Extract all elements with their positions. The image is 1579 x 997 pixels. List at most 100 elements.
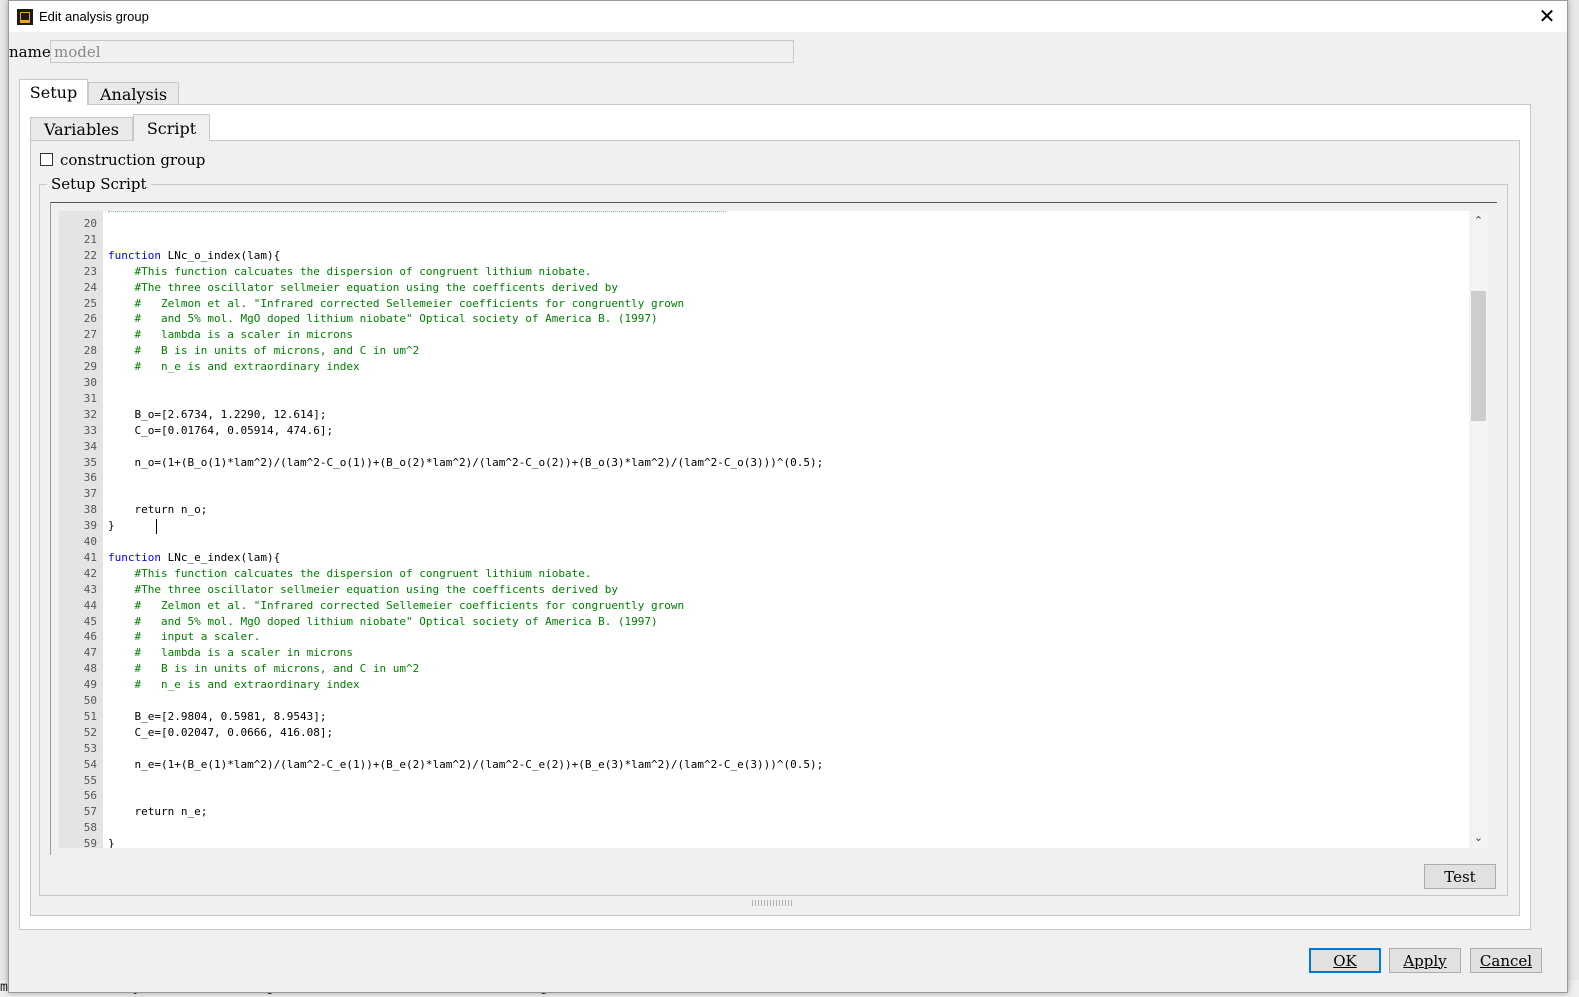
line-number: 27 — [83, 328, 97, 342]
code-text: #This function calcuates the dispersion … — [108, 566, 592, 580]
code-keyword: function — [108, 550, 161, 564]
scroll-down-icon[interactable]: ⌄ — [1469, 830, 1488, 846]
line-number: 31 — [83, 391, 97, 405]
code-line: 27 # lambda is a scaler in microns — [59, 327, 1459, 343]
vertical-scrollbar[interactable]: ⌃ ⌄ — [1469, 211, 1488, 848]
line-number: 23 — [83, 264, 97, 278]
code-text-rest: LNc_o_index(lam){ — [160, 248, 281, 262]
code-line: 47 # lambda is a scaler in microns — [59, 645, 1459, 661]
code-line: 35 n_o=(1+(B_o(1)*lam^2)/(lam^2-C_o(1))+… — [59, 455, 1459, 471]
code-text: C_e=[0.02047, 0.0666, 416.08]; — [108, 725, 334, 739]
code-text: # n_e is and extraordinary index — [108, 360, 360, 374]
code-text: n_e=(1+(B_e(1)*lam^2)/(lam^2-C_e(1))+(B_… — [108, 757, 824, 771]
line-number: 36 — [83, 471, 97, 485]
test-button[interactable]: Test — [1424, 864, 1496, 889]
resize-grip-icon[interactable] — [752, 900, 792, 906]
line-number: 35 — [83, 455, 97, 469]
line-number: 48 — [83, 662, 97, 676]
code-line: 50 — [59, 693, 1459, 709]
line-number: 39 — [83, 519, 97, 533]
code-text: } — [108, 837, 115, 848]
code-line: 52 C_e=[0.02047, 0.0666, 416.08]; — [59, 725, 1459, 741]
line-number: 56 — [83, 789, 97, 803]
line-number: 49 — [83, 678, 97, 692]
code-text: # and 5% mol. MgO doped lithium niobate"… — [108, 312, 658, 326]
line-number: 45 — [83, 614, 97, 628]
close-icon[interactable]: ✕ — [1535, 4, 1559, 28]
code-text: # Zelmon et al. "Infrared corrected Sell… — [108, 598, 685, 612]
code-text: C_o=[0.01764, 0.05914, 474.6]; — [108, 423, 334, 437]
line-number: 34 — [83, 439, 97, 453]
code-line: 37 — [59, 486, 1459, 502]
line-number: 44 — [83, 598, 97, 612]
code-line: 25 # Zelmon et al. "Infrared corrected S… — [59, 296, 1459, 312]
code-line: 43 #The three oscillator sellmeier equat… — [59, 582, 1459, 598]
code-line: 23 #This function calcuates the dispersi… — [59, 264, 1459, 280]
title-bar[interactable]: Edit analysis group ✕ — [9, 1, 1567, 32]
scrollbar-thumb[interactable] — [1471, 291, 1486, 421]
line-number: 32 — [83, 407, 97, 421]
cancel-button[interactable]: Cancel — [1470, 948, 1542, 973]
code-text: function LNc_e_index(lam){ — [108, 550, 280, 566]
code-line: 34 — [59, 439, 1459, 455]
apply-button[interactable]: Apply — [1389, 948, 1461, 973]
tab-analysis[interactable]: Analysis — [88, 82, 179, 105]
line-number: 21 — [83, 232, 97, 246]
line-number: 25 — [83, 296, 97, 310]
code-line: 32 B_o=[2.6734, 1.2290, 12.614]; — [59, 407, 1459, 423]
scroll-up-icon[interactable]: ⌃ — [1469, 213, 1488, 229]
code-text: B_e=[2.9804, 0.5981, 8.9543]; — [108, 709, 327, 723]
code-text: function LNc_o_index(lam){ — [108, 248, 280, 264]
code-line: 56 — [59, 788, 1459, 804]
code-line: 59} — [59, 836, 1459, 848]
line-number: 51 — [83, 709, 97, 723]
text-caret — [156, 519, 157, 534]
code-text: # n_e is and extraordinary index — [108, 678, 360, 692]
line-number: 46 — [83, 630, 97, 644]
code-text: # lambda is a scaler in microns — [108, 646, 354, 660]
line-number: 38 — [83, 503, 97, 517]
line-number: 59 — [83, 837, 97, 848]
code-text: return n_o; — [108, 503, 208, 517]
construction-group-checkbox[interactable] — [40, 153, 53, 166]
apply-button-label: Apply — [1403, 951, 1447, 970]
code-line: 48 # B is in units of microns, and C in … — [59, 661, 1459, 677]
code-text: #The three oscillator sellmeier equation… — [108, 280, 618, 294]
line-number: 57 — [83, 805, 97, 819]
code-line: 20 — [59, 216, 1459, 232]
line-number: 37 — [83, 487, 97, 501]
cancel-button-label: Cancel — [1479, 951, 1533, 970]
code-line: 30 — [59, 375, 1459, 391]
code-text: #The three oscillator sellmeier equation… — [108, 582, 618, 596]
code-text: return n_e; — [108, 805, 208, 819]
ok-button[interactable]: OK — [1309, 948, 1381, 973]
tab-variables[interactable]: Variables — [30, 117, 133, 141]
code-line: 46 # input a scaler. — [59, 629, 1459, 645]
window-title: Edit analysis group — [39, 9, 149, 24]
line-number: 41 — [83, 550, 97, 564]
line-number: 53 — [83, 741, 97, 755]
code-text: # B is in units of microns, and C in um^… — [108, 662, 420, 676]
line-number: 33 — [83, 423, 97, 437]
line-number: 40 — [83, 535, 97, 548]
code-line: 40 — [59, 534, 1459, 550]
background-left-strip — [0, 0, 8, 997]
code-text: # Zelmon et al. "Infrared corrected Sell… — [108, 296, 685, 310]
code-line: 38 return n_o; — [59, 502, 1459, 518]
code-line: 28 # B is in units of microns, and C in … — [59, 343, 1459, 359]
code-text: } — [108, 519, 115, 533]
code-line: 49 # n_e is and extraordinary index — [59, 677, 1459, 693]
code-line: 24 #The three oscillator sellmeier equat… — [59, 280, 1459, 296]
code-line: 36 — [59, 470, 1459, 486]
name-input[interactable] — [50, 40, 794, 63]
code-area[interactable]: 20 21 22 function LNc_o_index(lam){23 #This… — [59, 211, 1469, 848]
ok-button-label: OK — [1333, 951, 1357, 970]
line-number: 22 — [83, 248, 97, 262]
code-line: 22 function LNc_o_index(lam){ — [59, 248, 1459, 264]
script-editor[interactable]: 20 21 22 function LNc_o_index(lam){23 #This… — [59, 211, 1488, 848]
tab-script[interactable]: Script — [133, 114, 210, 141]
line-number: 24 — [83, 280, 97, 294]
line-number: 58 — [83, 821, 97, 835]
tab-setup[interactable]: Setup — [19, 79, 88, 105]
line-number: 29 — [83, 360, 97, 374]
